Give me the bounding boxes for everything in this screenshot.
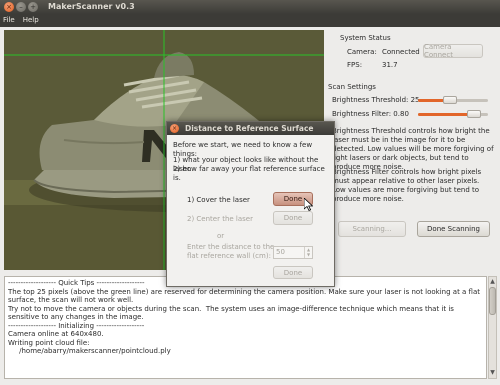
log-scrollbar[interactable]: ▲ ▼ — [488, 276, 497, 379]
center-laser-done-button[interactable]: Done — [273, 211, 313, 225]
step-cover-laser-label: 1) Cover the laser — [187, 196, 250, 204]
maximize-icon[interactable]: + — [28, 2, 38, 12]
close-icon[interactable]: × — [170, 124, 179, 133]
filter-description: Brightness Filter controls how bright pi… — [332, 168, 482, 203]
control-panel: System Status Camera: Connected Camera C… — [328, 30, 498, 275]
window-titlebar: × – + MakerScanner v0.3 — [0, 0, 500, 14]
brightness-filter-slider[interactable] — [418, 110, 488, 118]
scroll-down-icon[interactable]: ▼ — [489, 369, 496, 377]
log-line: Camera online at 640x480. — [8, 330, 104, 338]
distance-spinbox[interactable]: 50 ▲ ▼ — [273, 246, 313, 259]
log-line: ------------------- Initializing -------… — [8, 321, 145, 330]
fps-label: FPS: — [347, 61, 363, 69]
done-scanning-button[interactable]: Done Scanning — [417, 221, 490, 237]
camera-label: Camera: — [347, 48, 377, 56]
scrollbar-thumb[interactable] — [489, 287, 496, 315]
menu-file[interactable]: File — [3, 14, 15, 27]
step-center-laser-label: 2) Center the laser — [187, 215, 253, 223]
brightness-threshold-label: Brightness Threshold: 25 — [332, 96, 420, 104]
close-icon[interactable]: × — [4, 2, 14, 12]
distance-done-button[interactable]: Done — [273, 266, 313, 279]
brightness-filter-fill — [418, 113, 474, 116]
step-distance-label-2: flat reference wall (cm): — [187, 252, 271, 260]
dialog-item-2: 2) how far away your flat reference surf… — [173, 165, 325, 182]
log-line: /home/abarry/makerscanner/pointcloud.ply — [8, 347, 171, 355]
camera-connect-button[interactable]: Camera Connect — [423, 43, 483, 59]
spin-arrows-icon[interactable]: ▲ ▼ — [304, 247, 312, 258]
step-distance-label-1: Enter the distance to the — [187, 243, 275, 251]
threshold-description: Brightness Threshold controls how bright… — [332, 127, 494, 171]
window-title: MakerScanner v0.3 — [48, 2, 135, 11]
brightness-filter-handle[interactable] — [467, 110, 481, 118]
log-line: The top 25 pixels (above the green line)… — [8, 287, 483, 305]
system-status-title: System Status — [340, 34, 391, 42]
minimize-icon[interactable]: – — [16, 2, 26, 12]
fps-value: 31.7 — [382, 61, 398, 69]
log-line: Try not to move the camera or objects du… — [8, 304, 457, 322]
scanning-button[interactable]: Scanning... — [338, 221, 406, 237]
mouse-pointer-icon — [304, 198, 313, 211]
dialog-titlebar: × Distance to Reference Surface — [167, 122, 334, 135]
dialog-title: Distance to Reference Surface — [185, 124, 314, 133]
log-output[interactable]: ------------------- Quick Tips ---------… — [4, 276, 487, 379]
brightness-threshold-handle[interactable] — [442, 96, 457, 104]
brightness-filter-label: Brightness Filter: 0.80 — [332, 110, 409, 118]
brightness-threshold-slider[interactable] — [418, 96, 488, 104]
menu-bar: File Help — [0, 14, 500, 27]
log-line: Writing point cloud file: — [8, 338, 90, 347]
scroll-up-icon[interactable]: ▲ — [489, 278, 496, 286]
menu-help[interactable]: Help — [23, 14, 39, 27]
scan-settings-title: Scan Settings — [328, 83, 376, 91]
distance-value: 50 — [276, 248, 285, 256]
camera-status-value: Connected — [382, 48, 420, 56]
or-label: or — [217, 232, 225, 240]
